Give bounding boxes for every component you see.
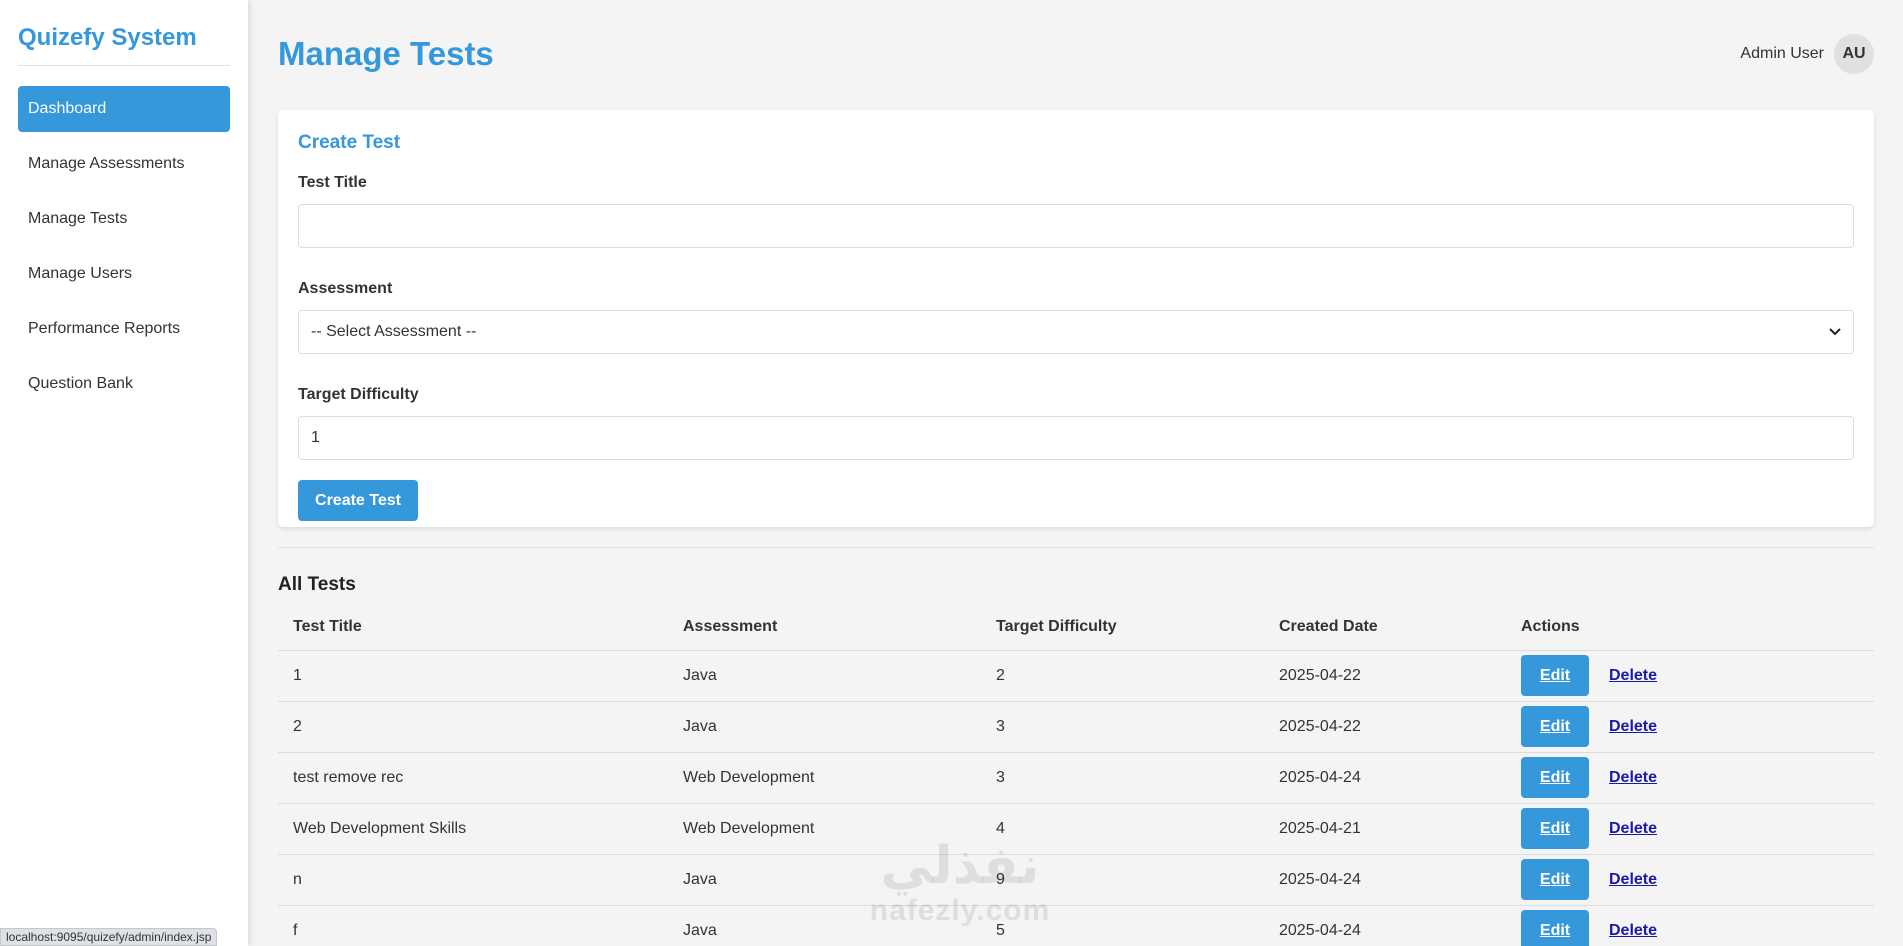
edit-button[interactable]: Edit (1521, 757, 1589, 798)
assessment-label: Assessment (298, 280, 393, 297)
section-divider (278, 547, 1874, 548)
cell-target-difficulty: 2 (981, 650, 1264, 702)
cell-created-date: 2025-04-21 (1264, 803, 1506, 855)
delete-link[interactable]: Delete (1609, 922, 1657, 939)
delete-link[interactable]: Delete (1609, 667, 1657, 684)
cell-target-difficulty: 9 (981, 854, 1264, 906)
cell-target-difficulty: 5 (981, 905, 1264, 946)
main-content: Manage Tests Admin User AU Create Test T… (278, 0, 1874, 946)
edit-button[interactable]: Edit (1521, 859, 1589, 900)
column-header-assessment: Assessment (668, 604, 981, 651)
sidebar-item-manage-users[interactable]: Manage Users (18, 251, 230, 297)
table-header-row: Test Title Assessment Target Difficulty … (278, 604, 1874, 651)
chevron-down-icon (1829, 325, 1841, 339)
cell-created-date: 2025-04-22 (1264, 701, 1506, 753)
cell-target-difficulty: 3 (981, 701, 1264, 753)
cell-test-title: 2 (278, 701, 668, 753)
table-row: test remove rec Web Development 3 2025-0… (278, 752, 1874, 804)
edit-button[interactable]: Edit (1521, 808, 1589, 849)
top-bar: Manage Tests Admin User AU (278, 0, 1874, 110)
avatar[interactable]: AU (1834, 34, 1874, 74)
cell-actions: Edit Delete (1506, 905, 1874, 946)
user-menu[interactable]: Admin User AU (1740, 34, 1874, 74)
column-header-target-difficulty: Target Difficulty (981, 604, 1264, 651)
cell-actions: Edit Delete (1506, 650, 1874, 702)
delete-link[interactable]: Delete (1609, 820, 1657, 837)
sidebar-nav: Dashboard Manage Assessments Manage Test… (18, 86, 230, 407)
cell-created-date: 2025-04-24 (1264, 854, 1506, 906)
cell-test-title: 1 (278, 650, 668, 702)
cell-test-title: f (278, 905, 668, 946)
cell-actions: Edit Delete (1506, 701, 1874, 753)
column-header-created-date: Created Date (1264, 604, 1506, 651)
sidebar: Quizefy System Dashboard Manage Assessme… (0, 0, 248, 946)
delete-link[interactable]: Delete (1609, 769, 1657, 786)
table-row: f Java 5 2025-04-24 Edit Delete (278, 905, 1874, 946)
target-difficulty-label: Target Difficulty (298, 386, 419, 403)
table-row: n Java 9 2025-04-24 Edit Delete (278, 854, 1874, 906)
edit-button[interactable]: Edit (1521, 706, 1589, 747)
cell-assessment: Java (668, 701, 981, 753)
cell-assessment: Web Development (668, 803, 981, 855)
cell-test-title: n (278, 854, 668, 906)
table-row: 1 Java 2 2025-04-22 Edit Delete (278, 650, 1874, 702)
cell-created-date: 2025-04-24 (1264, 752, 1506, 804)
create-test-button[interactable]: Create Test (298, 480, 418, 521)
edit-button[interactable]: Edit (1521, 655, 1589, 696)
sidebar-item-question-bank[interactable]: Question Bank (18, 361, 230, 407)
status-bar-url: localhost:9095/quizefy/admin/index.jsp (0, 928, 218, 946)
column-header-test-title: Test Title (278, 604, 668, 651)
all-tests-heading: All Tests (278, 574, 356, 595)
delete-link[interactable]: Delete (1609, 871, 1657, 888)
table-row: 2 Java 3 2025-04-22 Edit Delete (278, 701, 1874, 753)
tests-table: Test Title Assessment Target Difficulty … (278, 604, 1874, 946)
test-title-label: Test Title (298, 174, 367, 191)
page-title: Manage Tests (278, 35, 494, 72)
cell-assessment: Java (668, 854, 981, 906)
target-difficulty-input[interactable]: 1 (298, 416, 1854, 460)
cell-actions: Edit Delete (1506, 854, 1874, 906)
cell-created-date: 2025-04-22 (1264, 650, 1506, 702)
sidebar-item-manage-assessments[interactable]: Manage Assessments (18, 141, 230, 187)
delete-link[interactable]: Delete (1609, 718, 1657, 735)
assessment-select-value: -- Select Assessment -- (311, 323, 477, 340)
sidebar-item-dashboard[interactable]: Dashboard (18, 86, 230, 132)
edit-button[interactable]: Edit (1521, 910, 1589, 946)
create-test-heading: Create Test (298, 132, 401, 153)
test-title-input[interactable] (298, 204, 1854, 248)
cell-assessment: Java (668, 905, 981, 946)
user-name: Admin User (1740, 45, 1824, 62)
cell-actions: Edit Delete (1506, 752, 1874, 804)
sidebar-item-performance-reports[interactable]: Performance Reports (18, 306, 230, 352)
create-test-card: Create Test Test Title Assessment -- Sel… (278, 110, 1874, 527)
brand-title: Quizefy System (18, 0, 230, 66)
cell-actions: Edit Delete (1506, 803, 1874, 855)
cell-test-title: Web Development Skills (278, 803, 668, 855)
cell-created-date: 2025-04-24 (1264, 905, 1506, 946)
cell-target-difficulty: 4 (981, 803, 1264, 855)
cell-assessment: Web Development (668, 752, 981, 804)
cell-assessment: Java (668, 650, 981, 702)
cell-target-difficulty: 3 (981, 752, 1264, 804)
column-header-actions: Actions (1506, 604, 1874, 651)
table-row: Web Development Skills Web Development 4… (278, 803, 1874, 855)
cell-test-title: test remove rec (278, 752, 668, 804)
sidebar-item-manage-tests[interactable]: Manage Tests (18, 196, 230, 242)
assessment-select[interactable]: -- Select Assessment -- (298, 310, 1854, 354)
